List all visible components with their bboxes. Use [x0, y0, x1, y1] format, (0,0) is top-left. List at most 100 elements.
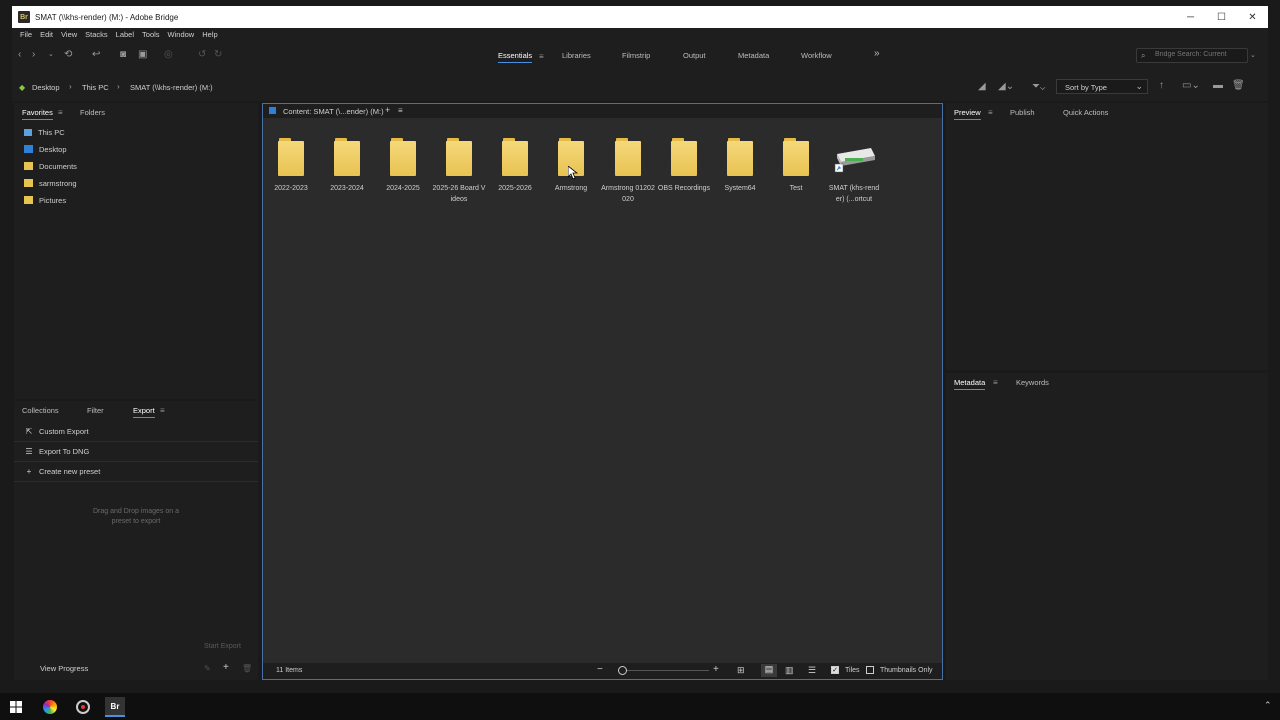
thumbnail-size-slider[interactable] [619, 670, 709, 671]
folder-thumbnail[interactable]: 2025-26 Board Videos [432, 128, 486, 205]
menu-stacks[interactable]: Stacks [81, 30, 112, 39]
drive-shortcut-thumbnail[interactable]: SMAT (khs-render) (...ortcut [827, 128, 881, 205]
boomerang-icon[interactable]: ↩ [92, 49, 100, 61]
tab-filter[interactable]: Filter [87, 406, 104, 415]
tab-quick-actions[interactable]: Quick Actions [1063, 108, 1108, 117]
maximize-button[interactable]: ☐ [1206, 6, 1237, 28]
slider-handle[interactable] [618, 666, 627, 675]
thumbnail-view-icon[interactable]: ▤ [761, 664, 777, 677]
filter-icon[interactable]: ⏷⌄ [1032, 81, 1045, 93]
tray-chevron-icon[interactable]: ⌃ [1264, 700, 1272, 711]
forward-icon[interactable]: › [32, 49, 35, 61]
tab-essentials[interactable]: Essentials [498, 51, 533, 63]
camera-icon[interactable]: ◙ [120, 49, 126, 61]
tab-libraries[interactable]: Libraries [562, 51, 591, 60]
tab-metadata-panel[interactable]: Metadata [954, 378, 986, 390]
rotate-left-icon[interactable]: ↺ [198, 49, 206, 61]
folder-thumbnail[interactable]: System64 [713, 128, 767, 194]
menu-window[interactable]: Window [164, 30, 199, 39]
add-tab-icon[interactable]: + [385, 105, 390, 115]
start-export-button[interactable]: Start Export [204, 643, 241, 650]
tab-collections[interactable]: Collections [22, 406, 59, 415]
panel-menu-icon[interactable]: ≡ [58, 107, 63, 119]
tab-keywords[interactable]: Keywords [1016, 378, 1049, 387]
new-folder-icon[interactable]: ▬ [1213, 80, 1223, 92]
breadcrumb-this-pc[interactable]: This PC [82, 83, 109, 92]
folder-thumbnail[interactable]: Armstrong 01202020 [601, 128, 655, 205]
grid-view-icon[interactable]: ⊞ [737, 665, 745, 676]
view-progress-button[interactable]: View Progress [40, 664, 88, 673]
bridge-taskbar-icon[interactable]: Br [105, 697, 125, 717]
favorite-this-pc[interactable]: This PC [24, 125, 65, 139]
panel-menu-icon[interactable]: ≡ [398, 106, 403, 115]
tab-preview[interactable]: Preview [954, 108, 981, 120]
tab-export[interactable]: Export [133, 406, 155, 418]
search-box[interactable]: ⌕ [1136, 48, 1248, 63]
open-in-camera-raw-icon[interactable]: ◎ [164, 49, 173, 61]
folder-thumbnail[interactable]: 2023-2024 [320, 128, 374, 194]
zoom-out-icon[interactable]: − [597, 664, 603, 675]
favorite-documents[interactable]: Documents [24, 159, 77, 173]
favorite-desktop[interactable]: Desktop [24, 142, 67, 156]
folder-thumbnail[interactable]: OBS Recordings [657, 128, 711, 194]
chevron-down-icon[interactable]: ⌄ [48, 49, 54, 61]
breadcrumb-desktop[interactable]: Desktop [32, 83, 60, 92]
add-icon[interactable]: + [223, 662, 229, 674]
photos-app-icon[interactable] [40, 697, 60, 717]
tab-folders[interactable]: Folders [80, 108, 105, 117]
tab-favorites[interactable]: Favorites [22, 108, 53, 120]
details-view-icon[interactable]: ▥ [785, 665, 794, 676]
edit-icon[interactable]: ✎ [204, 663, 211, 675]
tab-output[interactable]: Output [683, 51, 706, 60]
folder-thumbnail[interactable]: 2024-2025 [376, 128, 430, 194]
sort-dropdown[interactable]: Sort by Type ⌄ [1056, 79, 1148, 94]
delete-icon[interactable]: 🗑 [1232, 80, 1245, 92]
search-input[interactable] [1155, 51, 1245, 58]
rotate-right-icon[interactable]: ↻ [214, 49, 222, 61]
menu-tools[interactable]: Tools [138, 30, 164, 39]
chrome-icon[interactable] [73, 697, 93, 717]
breadcrumb-smat[interactable]: SMAT (\\khs-render) (M:) [130, 83, 213, 92]
quality-icon[interactable]: ◢ [978, 81, 986, 93]
tab-metadata[interactable]: Metadata [738, 51, 769, 60]
menu-view[interactable]: View [57, 30, 81, 39]
panel-menu-icon[interactable]: ≡ [160, 405, 165, 417]
thumbnails-only-checkbox[interactable] [866, 666, 874, 674]
close-button[interactable]: ✕ [1237, 6, 1268, 28]
create-new-preset-item[interactable]: + Create new preset [14, 462, 258, 482]
refine-icon[interactable]: ▣ [138, 49, 147, 61]
minimize-button[interactable]: ─ [1175, 6, 1206, 28]
tab-filmstrip[interactable]: Filmstrip [622, 51, 650, 60]
folder-thumbnail[interactable]: Test [769, 128, 823, 194]
menu-edit[interactable]: Edit [36, 30, 57, 39]
tab-workflow[interactable]: Workflow [801, 51, 832, 60]
menu-label[interactable]: Label [112, 30, 138, 39]
search-dropdown-icon[interactable]: ⌄ [1250, 50, 1256, 62]
panel-menu-icon[interactable]: ≡ [988, 107, 993, 119]
tab-publish[interactable]: Publish [1010, 108, 1035, 117]
export-to-dng-item[interactable]: ☰ Export To DNG [14, 442, 258, 462]
windows-start-icon[interactable] [6, 697, 26, 717]
more-workspaces-icon[interactable]: » [874, 48, 880, 59]
tiles-checkbox[interactable]: ✓ [831, 666, 839, 674]
favorite-sarmstrong[interactable]: sarmstrong [24, 176, 77, 190]
menu-help[interactable]: Help [198, 30, 221, 39]
trash-icon[interactable]: 🗑 [242, 663, 252, 675]
zoom-in-icon[interactable]: + [713, 664, 719, 675]
custom-export-item[interactable]: ⇱ Custom Export [14, 422, 258, 442]
folder-thumbnail[interactable]: Armstrong [544, 128, 598, 194]
folder-thumbnail[interactable]: 2022-2023 [264, 128, 318, 194]
workspace-menu-icon[interactable]: ≡ [539, 51, 544, 63]
panel-menu-icon[interactable]: ≡ [993, 377, 998, 389]
sort-ascending-icon[interactable]: ↑ [1159, 80, 1164, 92]
content-tab[interactable]: Content: SMAT (\...ender) (M:) [283, 107, 384, 116]
back-icon[interactable]: ‹ [18, 49, 21, 61]
recent-files-icon[interactable]: ⟲ [64, 49, 72, 61]
menu-file[interactable]: File [16, 30, 36, 39]
favorite-label: sarmstrong [39, 178, 77, 188]
favorite-pictures[interactable]: Pictures [24, 193, 66, 207]
folder-thumbnail[interactable]: 2025-2026 [488, 128, 542, 194]
list-view-icon[interactable]: ☰ [808, 665, 816, 676]
rating-filter-icon[interactable]: ◢⌄ [998, 81, 1014, 93]
open-recent-icon[interactable]: ▭⌄ [1182, 80, 1200, 92]
